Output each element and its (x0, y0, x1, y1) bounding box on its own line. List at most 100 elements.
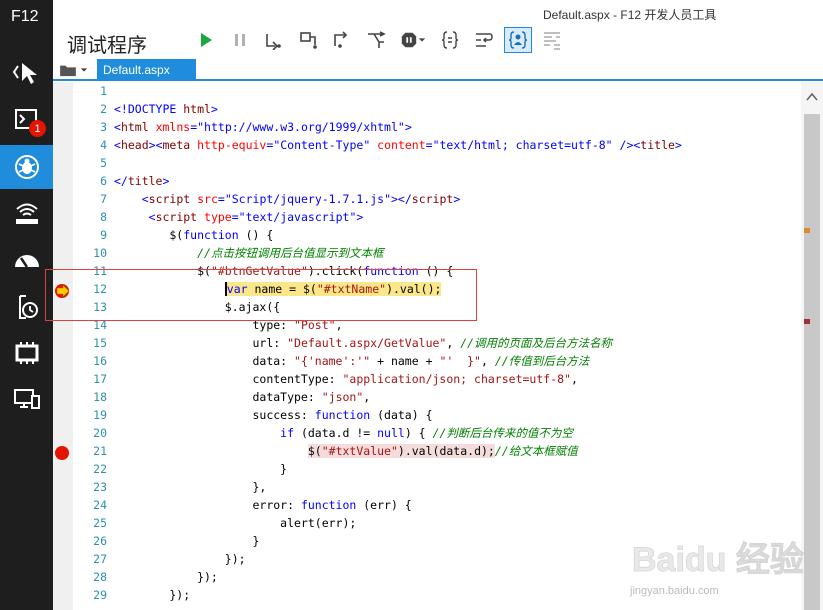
code-token: if (280, 426, 295, 440)
breakpoint-marker[interactable] (55, 446, 69, 460)
code-line[interactable]: <!DOCTYPE html> (114, 100, 804, 118)
code-token: src (197, 192, 218, 206)
tab-default-aspx[interactable]: Default.aspx (97, 59, 196, 81)
code-token: "http://www.w3.org/1999/xhtml" (197, 120, 405, 134)
code-token: $( (307, 444, 322, 458)
line-number: 17 (93, 372, 107, 386)
branch-icon (368, 31, 386, 48)
breakpoint-gutter[interactable] (53, 82, 73, 610)
code-line[interactable]: $(function () { (114, 226, 804, 244)
code-token: ) { (404, 426, 433, 440)
emulation-button[interactable] (0, 331, 53, 375)
vertical-scrollbar[interactable] (801, 82, 823, 610)
code-token: "json" (321, 390, 364, 404)
code-line[interactable]: contentType: "application/json; charset=… (114, 370, 804, 388)
code-line[interactable]: alert(err); (114, 514, 804, 532)
code-token: , (570, 372, 578, 386)
break-button[interactable] (226, 27, 254, 53)
scroll-up-icon[interactable] (806, 92, 818, 102)
line-number: 29 (93, 588, 107, 602)
code-token: , (446, 336, 461, 350)
code-token: //判断后台传来的值不为空 (432, 426, 573, 440)
line-number: 15 (93, 336, 107, 350)
code-token: < (114, 138, 121, 152)
scroll-marker-breakpoint (804, 319, 810, 324)
line-number-gutter: 1 2 3 4 5 6 7 8 9 10 11 12 13 14 15 16 17 18 19 20 21 22 23 24 2… (73, 82, 107, 604)
code-token: }, (114, 480, 267, 494)
open-document-button[interactable] (59, 61, 91, 79)
code-line[interactable]: } (114, 460, 804, 478)
console-error-badge: 1 (29, 120, 46, 137)
code-line[interactable]: if (data.d != null) { //判断后台传来的值不为空 (114, 424, 804, 442)
code-editor[interactable]: 1 2 3 4 5 6 7 8 9 10 11 12 13 14 15 16 17 18 19 20 21 22 23 24 2… (45, 82, 823, 610)
network-button[interactable] (0, 191, 53, 235)
scroll-marker-current-line (804, 228, 810, 233)
console-button[interactable]: 1 (0, 98, 53, 142)
code-line[interactable]: </title> (114, 172, 804, 190)
code-token: > (162, 174, 170, 188)
code-line[interactable]: //点击按钮调用后台值显示到文本框 (114, 244, 804, 262)
source-code[interactable]: <!DOCTYPE html> <html xmlns="http://www.w… (114, 82, 804, 604)
code-token: http-equiv (197, 138, 267, 152)
debugger-button[interactable] (0, 145, 53, 189)
just-my-code-button[interactable] (504, 27, 532, 53)
pretty-print-button[interactable] (436, 27, 464, 53)
line-number: 23 (93, 480, 107, 494)
code-line[interactable]: <head><meta http-equiv = "Content-Type" co… (114, 136, 804, 154)
stop-octagon-icon (401, 32, 417, 48)
code-token: dataType: (114, 390, 322, 404)
step-out-button[interactable] (328, 27, 356, 53)
code-token: "application/json; charset=utf-8" (342, 372, 571, 386)
line-number: 18 (93, 390, 107, 404)
step-over-button[interactable] (294, 27, 322, 53)
window-title: Default.aspx - F12 开发人员工具 (543, 8, 717, 22)
code-token: "Default.aspx/GetValue" (287, 336, 447, 350)
step-out-icon (334, 31, 348, 48)
device-button[interactable] (0, 377, 53, 421)
code-line[interactable]: success: function (data) { (114, 406, 804, 424)
code-line[interactable]: error: function (err) { (114, 496, 804, 514)
line-number: 22 (93, 462, 107, 476)
code-line[interactable]: <script type="text/javascript"> (114, 208, 804, 226)
word-wrap-button[interactable] (470, 27, 498, 53)
code-token: >< (148, 138, 163, 152)
play-icon (201, 33, 212, 47)
code-token: }); (114, 552, 246, 566)
code-line[interactable]: data: "{'name':'" + name + "' }", //传值到后… (114, 352, 804, 370)
exception-behavior-button[interactable] (396, 27, 430, 53)
code-line[interactable] (114, 154, 804, 172)
code-token: </ (114, 174, 128, 188)
source-map-button[interactable] (538, 27, 566, 53)
code-line[interactable]: dataType: "json", (114, 388, 804, 406)
code-token: data: (114, 354, 295, 368)
code-token: > (404, 120, 412, 134)
code-token: <!DOCTYPE (114, 102, 184, 116)
code-line[interactable]: <html xmlns="http://www.w3.org/1999/xhtm… (114, 118, 804, 136)
code-line[interactable] (114, 82, 804, 100)
break-on-new-worker-button[interactable] (362, 27, 390, 53)
code-token: < (148, 210, 156, 224)
code-line[interactable]: <script src="Script/jquery-1.7.1.js"></s… (114, 190, 804, 208)
line-number: 25 (93, 516, 107, 530)
continue-button[interactable] (192, 27, 220, 53)
code-token: = (217, 192, 225, 206)
step-into-button[interactable] (260, 27, 288, 53)
code-token: < (114, 120, 121, 134)
code-token: ></ (391, 192, 412, 206)
code-line[interactable]: $("#txtValue").val(data.d);//给文本框赋值 (114, 442, 804, 460)
code-token: script (411, 192, 454, 206)
code-line[interactable]: }, (114, 478, 804, 496)
code-token: script (155, 210, 205, 224)
line-number: 24 (93, 498, 107, 512)
code-token: < (141, 192, 149, 206)
code-token: "Content-Type" (273, 138, 378, 152)
dom-explorer-button[interactable] (0, 50, 53, 94)
step-over-icon (300, 32, 317, 49)
line-number: 20 (93, 426, 107, 440)
code-token: null (377, 426, 405, 440)
tool-title: 调试程序 (67, 35, 147, 57)
code-line[interactable]: url: "Default.aspx/GetValue", //调用的页面及后台… (114, 334, 804, 352)
code-token: content (377, 138, 426, 152)
